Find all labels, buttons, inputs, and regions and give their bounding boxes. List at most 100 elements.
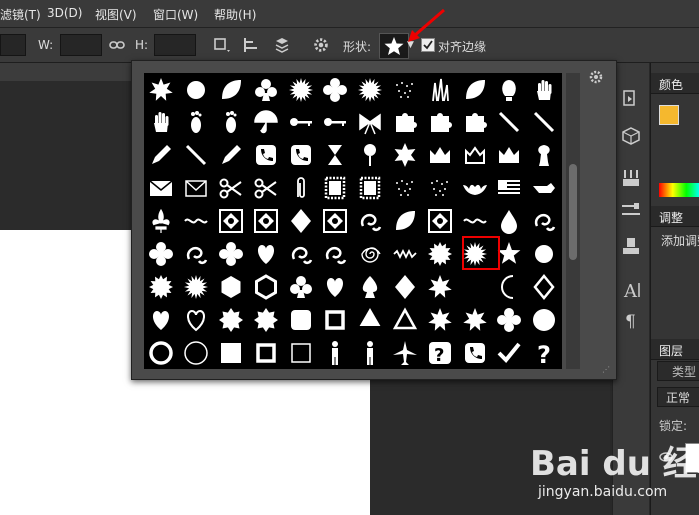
brush-preset-icon[interactable] [619, 167, 643, 189]
shape-leaf-icon[interactable] [216, 75, 246, 105]
shape-foot-icon[interactable] [181, 107, 211, 137]
shape-star8-icon[interactable] [216, 305, 246, 335]
color-spectrum-bar[interactable] [659, 183, 699, 197]
shape-star8-icon[interactable] [251, 305, 281, 335]
shape-fleur-icon[interactable] [146, 206, 176, 236]
shape-heart-icon[interactable] [320, 272, 350, 302]
resize-grip-icon[interactable]: ⋰ [602, 365, 610, 374]
shape-stamp-icon[interactable] [355, 173, 385, 203]
color-panel-tab[interactable]: 颜色 [651, 73, 699, 94]
shape-hand-icon[interactable] [146, 107, 176, 137]
shape-key-icon[interactable] [286, 107, 316, 137]
shape-bat-icon[interactable] [460, 173, 490, 203]
shape-square-icon[interactable] [216, 338, 246, 368]
shape-clip-icon[interactable] [286, 173, 316, 203]
shape-envelope-icon[interactable] [146, 173, 176, 203]
shape-puzzle-icon[interactable] [460, 107, 490, 137]
shape-splat-icon[interactable] [425, 305, 455, 335]
shape-squareO-icon[interactable] [320, 305, 350, 335]
3d-cube-icon[interactable] [619, 125, 643, 147]
shape-circle-icon[interactable] [529, 305, 559, 335]
layers-panel-tab[interactable]: 图层 [651, 339, 699, 360]
shape-flag-icon[interactable] [494, 173, 524, 203]
shape-ornament-icon[interactable] [251, 206, 281, 236]
shape-swirl-icon[interactable] [355, 206, 385, 236]
shape-circleO2-icon[interactable] [181, 338, 211, 368]
shape-scissors-icon[interactable] [216, 173, 246, 203]
shape-stroke-icon[interactable] [494, 107, 524, 137]
shape-drop-icon[interactable] [494, 206, 524, 236]
width-input[interactable] [60, 34, 102, 56]
stroke-style-dropdown[interactable] [0, 34, 26, 56]
shape-quest-icon[interactable]: ? [529, 338, 559, 368]
menu-3d[interactable]: 3D(D) [47, 6, 82, 20]
shape-star6-icon[interactable] [390, 140, 420, 170]
shape-phone-icon[interactable] [251, 140, 281, 170]
clone-source-icon[interactable] [619, 235, 643, 257]
shape-squareO2-icon[interactable] [286, 338, 316, 368]
shape-flower-icon[interactable] [320, 75, 350, 105]
adjust-panel-tab[interactable]: 调整 [651, 206, 699, 227]
menu-help[interactable]: 帮助(H) [214, 6, 256, 23]
shape-moonO-icon[interactable] [494, 272, 524, 302]
height-input[interactable] [154, 34, 196, 56]
blend-mode-select[interactable]: 正常 [657, 387, 699, 407]
shape-puzzle-icon[interactable] [390, 107, 420, 137]
menu-filter[interactable]: 滤镜(T) [0, 6, 41, 23]
shape-burst-icon[interactable] [355, 75, 385, 105]
shape-hex-icon[interactable] [216, 272, 246, 302]
foreground-color-swatch[interactable] [659, 105, 679, 125]
shape-swirl-icon[interactable] [286, 239, 316, 269]
shape-club-icon[interactable] [251, 75, 281, 105]
shape-flower-icon[interactable] [494, 305, 524, 335]
gear-icon[interactable] [588, 69, 604, 85]
history-icon[interactable] [619, 87, 643, 109]
shape-diamond-icon[interactable] [286, 206, 316, 236]
shape-person-icon[interactable] [355, 338, 385, 368]
shape-burst2-icon[interactable] [146, 272, 176, 302]
shape-foot-icon[interactable] [216, 107, 246, 137]
shape-flower-icon[interactable] [146, 239, 176, 269]
shape-circleO-icon[interactable] [146, 338, 176, 368]
shape-umbrella-icon[interactable] [251, 107, 281, 137]
shape-pin-icon[interactable] [355, 140, 385, 170]
shape-squareR-icon[interactable] [286, 305, 316, 335]
shape-diamondO-icon[interactable] [529, 272, 559, 302]
shape-zigzag-icon[interactable] [390, 239, 420, 269]
shape-dots-icon[interactable] [390, 75, 420, 105]
shape-pencil-icon[interactable] [146, 140, 176, 170]
path-arrangement-icon[interactable] [272, 35, 292, 55]
menu-window[interactable]: 窗口(W) [153, 6, 198, 23]
shape-burst2-icon[interactable] [425, 239, 455, 269]
shape-scissors-icon[interactable] [251, 173, 281, 203]
shape-leaf-icon[interactable] [460, 75, 490, 105]
shape-stamp-icon[interactable] [320, 173, 350, 203]
shape-puzzle-icon[interactable] [425, 107, 455, 137]
shape-check-icon[interactable] [494, 338, 524, 368]
shape-flower-icon[interactable] [216, 239, 246, 269]
shape-hand-icon[interactable] [529, 75, 559, 105]
shape-hexO-icon[interactable] [251, 272, 281, 302]
shape-dots-icon[interactable] [390, 173, 420, 203]
shape-wave-icon[interactable] [181, 206, 211, 236]
shape-phone-icon[interactable] [460, 338, 490, 368]
shape-burst-icon[interactable] [286, 75, 316, 105]
shape-squareO-icon[interactable] [251, 338, 281, 368]
shape-leaf-icon[interactable] [390, 206, 420, 236]
shape-crown-icon[interactable] [494, 140, 524, 170]
shape-diamond-icon[interactable] [390, 272, 420, 302]
shape-club-icon[interactable] [286, 272, 316, 302]
shape-blob-icon[interactable] [529, 239, 559, 269]
shape-bulb-icon[interactable] [494, 75, 524, 105]
shape-wave-icon[interactable] [460, 206, 490, 236]
shape-ornament-icon[interactable] [320, 206, 350, 236]
gear-icon[interactable] [312, 36, 330, 54]
shape-key-icon[interactable] [320, 107, 350, 137]
shape-phone-icon[interactable] [286, 140, 316, 170]
shape-swirl-icon[interactable] [320, 239, 350, 269]
shape-bow-icon[interactable] [355, 107, 385, 137]
shape-heart-icon[interactable] [251, 239, 281, 269]
path-alignment-icon[interactable] [242, 35, 262, 55]
shape-tri-icon[interactable] [355, 305, 385, 335]
shape-splat-icon[interactable] [460, 305, 490, 335]
